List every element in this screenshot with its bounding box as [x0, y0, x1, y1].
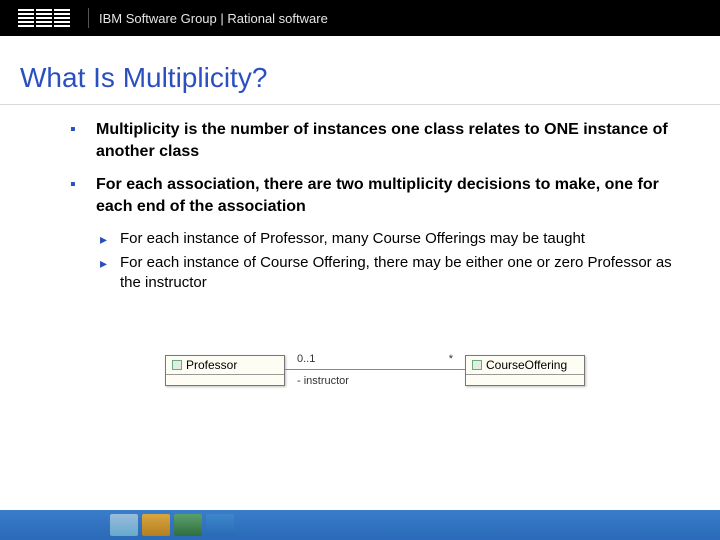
class-icon — [172, 360, 182, 370]
multiplicity-left: 0..1 — [297, 353, 315, 365]
header-separator — [88, 8, 89, 28]
title-rule — [0, 104, 720, 105]
footer-icons — [110, 514, 234, 536]
slide: IBM Software Group | Rational software W… — [0, 0, 720, 540]
header-bar: IBM Software Group | Rational software — [0, 0, 720, 36]
multiplicity-right: * — [449, 353, 453, 365]
class-icon — [472, 360, 482, 370]
association-role: - instructor — [297, 375, 349, 387]
uml-diagram: Professor CourseOffering 0..1 * - instru… — [165, 353, 585, 413]
bullet-level1: Multiplicity is the number of instances … — [70, 119, 680, 162]
uml-class-courseoffering: CourseOffering — [465, 355, 585, 386]
header-text: IBM Software Group | Rational software — [99, 11, 328, 26]
footer-decoration-icon — [206, 514, 234, 536]
class-name-label: Professor — [186, 358, 237, 372]
footer-decoration-icon — [142, 514, 170, 536]
slide-title: What Is Multiplicity? — [0, 36, 720, 104]
footer-decoration-icon — [174, 514, 202, 536]
bullet-level2: For each instance of Course Offering, th… — [100, 253, 680, 294]
footer-decoration-icon — [110, 514, 138, 536]
bullet-level2: For each instance of Professor, many Cou… — [100, 229, 680, 249]
footer-bar — [0, 510, 720, 540]
ibm-logo — [18, 9, 70, 27]
association-line — [285, 369, 465, 370]
uml-class-professor: Professor — [165, 355, 285, 386]
class-name-label: CourseOffering — [486, 358, 567, 372]
bullet-level1: For each association, there are two mult… — [70, 174, 680, 217]
content-area: Multiplicity is the number of instances … — [0, 119, 720, 413]
